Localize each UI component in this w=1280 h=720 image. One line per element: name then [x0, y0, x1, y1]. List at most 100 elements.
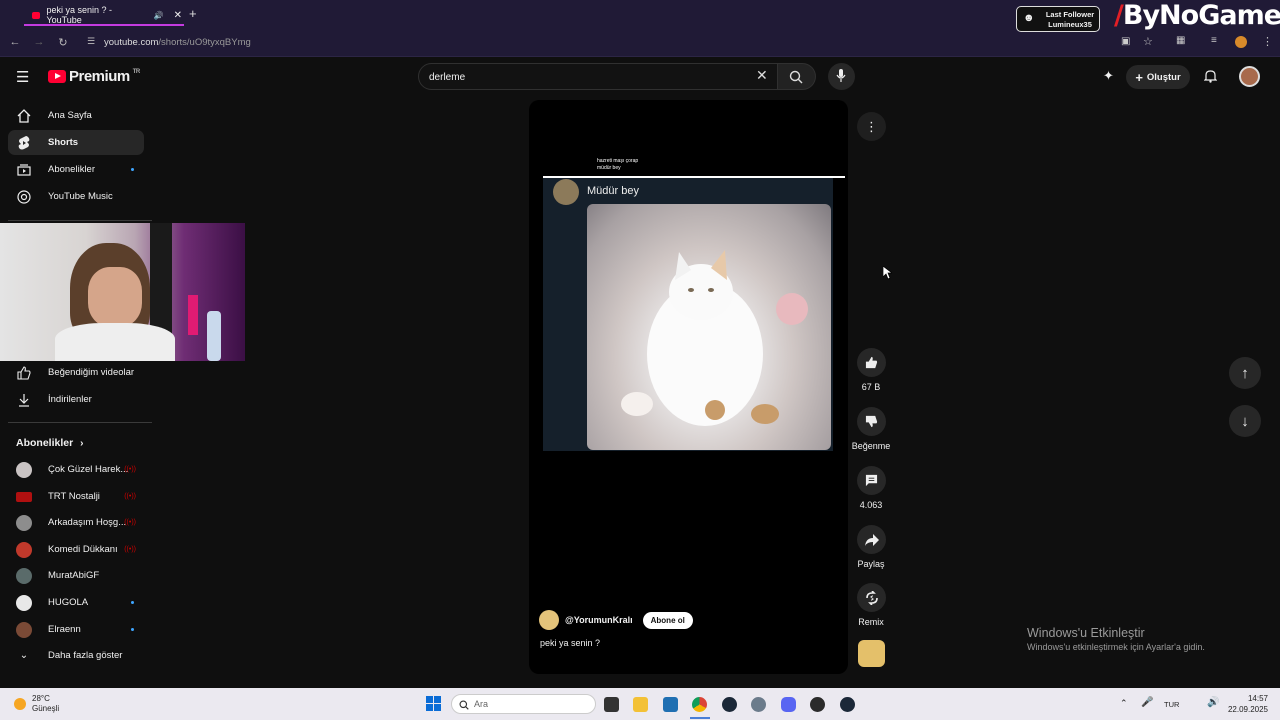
cat-image: [587, 204, 831, 450]
discord-icon[interactable]: [781, 697, 796, 712]
share-icon: [864, 533, 879, 546]
speaker-icon[interactable]: 🔊: [154, 11, 164, 20]
sidebar-item-liked-videos[interactable]: Beğendiğim videolar: [8, 360, 144, 385]
shorts-create-icon[interactable]: ✦: [1103, 68, 1114, 84]
steam-icon[interactable]: [722, 697, 737, 712]
create-button[interactable]: + Oluştur: [1126, 65, 1190, 89]
arrow-up-icon: ↑: [1241, 364, 1249, 382]
sidebar-item-shorts[interactable]: Shorts: [8, 130, 144, 155]
extensions-icon[interactable]: ▦: [1176, 35, 1185, 46]
channel-handle[interactable]: @YorumunKralı: [565, 615, 633, 625]
obs-icon[interactable]: [810, 697, 825, 712]
channel-info[interactable]: @YorumunKralı Abone ol: [539, 610, 693, 630]
channel-item[interactable]: Çok Güzel Harek... ((•)): [8, 457, 144, 482]
search-input[interactable]: derleme: [418, 63, 778, 90]
new-tab-icon[interactable]: +: [189, 6, 197, 21]
start-windows-icon[interactable]: [426, 696, 441, 711]
new-content-dot: [131, 601, 134, 604]
share-button[interactable]: [857, 525, 886, 554]
bynogame-logo: /ByNoGame: [1114, 0, 1280, 31]
webcam-overlay: [0, 223, 245, 361]
sun-icon: [14, 698, 26, 710]
webcam-pink-light: [188, 295, 198, 335]
remix-button[interactable]: [857, 583, 886, 612]
steam-client-icon[interactable]: [840, 697, 855, 712]
hamburger-menu-icon[interactable]: ☰: [16, 68, 29, 86]
url-field[interactable]: youtube.com/shorts/uO9tyxqBYmg: [104, 37, 251, 48]
channel-name: Çok Güzel Harek...: [48, 464, 129, 475]
logo-region: TR: [132, 68, 141, 75]
browser-tab[interactable]: peki ya senin ? - YouTube 🔊 ✕: [24, 4, 182, 26]
channel-avatar: [16, 621, 32, 638]
tray-chevron-up-icon[interactable]: ⌃: [1120, 698, 1128, 709]
back-icon[interactable]: ←: [8, 36, 22, 48]
search-icon: [459, 700, 469, 710]
next-short-button[interactable]: ↓: [1229, 405, 1261, 437]
channel-item[interactable]: Komedi Dükkanı ((•)): [8, 537, 144, 562]
video-header-text: hazreti maşı çorap müdür bey: [597, 158, 638, 172]
logo-text: Premium: [69, 68, 130, 85]
taskbar-clock[interactable]: 14:57 22.09.2025: [1226, 693, 1268, 715]
comments-button[interactable]: [857, 466, 886, 495]
search-button[interactable]: [778, 63, 816, 90]
taskbar-search[interactable]: Ara: [451, 694, 596, 714]
channel-item[interactable]: HUGOLA: [8, 590, 144, 615]
like-button[interactable]: [857, 348, 886, 377]
profile-avatar-icon[interactable]: [1235, 36, 1247, 48]
sidebar-item-label: YouTube Music: [48, 191, 113, 202]
weather-widget[interactable]: 28°C Güneşli: [14, 694, 59, 714]
clear-search-icon[interactable]: ✕: [756, 67, 768, 84]
install-icon[interactable]: ▣: [1121, 36, 1130, 47]
youtube-logo[interactable]: Premium TR: [48, 68, 140, 85]
site-info-icon[interactable]: ☰: [84, 36, 98, 47]
channel-item[interactable]: Arkadaşım Hoşg... ((•)): [8, 510, 144, 535]
channel-item[interactable]: MuratAbiGF: [8, 563, 144, 588]
playlist-icon[interactable]: ≡: [1211, 35, 1217, 46]
notifications-bell-icon[interactable]: [1204, 69, 1217, 83]
sidebar-item-youtube-music[interactable]: YouTube Music: [8, 184, 144, 209]
channel-avatar: [16, 514, 32, 531]
subscribe-button[interactable]: Abone ol: [642, 611, 693, 629]
sidebar-item-label: Abonelikler: [48, 164, 95, 175]
youtube-play-icon: [48, 70, 66, 83]
subscriptions-header[interactable]: Abonelikler ›: [16, 437, 83, 449]
show-more-button[interactable]: ⌄ Daha fazla göster: [8, 643, 144, 668]
more-options-button[interactable]: ⋮: [857, 112, 886, 141]
keyboard-language[interactable]: TUR: [1164, 700, 1179, 709]
settings-gear-icon[interactable]: [751, 697, 766, 712]
sidebar-item-home[interactable]: Ana Sayfa: [8, 103, 144, 128]
tray-mic-icon[interactable]: 🎤: [1141, 697, 1153, 708]
download-icon: [19, 393, 29, 407]
show-more-label: Daha fazla göster: [48, 650, 123, 661]
close-tab-icon[interactable]: ✕: [174, 10, 182, 21]
sidebar-item-downloads[interactable]: İndirilenler: [8, 387, 144, 412]
bookmark-star-icon[interactable]: ☆: [1143, 35, 1153, 48]
file-explorer-icon[interactable]: [633, 697, 648, 712]
subscriptions-icon: [17, 163, 31, 176]
task-view-icon[interactable]: [604, 697, 619, 712]
sound-thumbnail[interactable]: [858, 640, 885, 667]
channel-item[interactable]: Elraenn: [8, 617, 144, 642]
channel-avatar: [16, 567, 32, 584]
channel-avatar[interactable]: [539, 610, 559, 630]
sidebar-item-subscriptions[interactable]: Abonelikler: [8, 157, 144, 182]
dislike-button[interactable]: [857, 407, 886, 436]
user-icon: ☻: [1023, 12, 1035, 24]
sidebar-item-label: İndirilenler: [48, 394, 92, 405]
chrome-icon[interactable]: [692, 697, 707, 712]
tray-volume-icon[interactable]: 🔊: [1207, 697, 1219, 708]
forward-icon[interactable]: →: [32, 36, 46, 48]
store-icon[interactable]: [663, 697, 678, 712]
url-host: youtube.com: [104, 37, 159, 48]
cat-illustration: [621, 250, 808, 426]
account-avatar[interactable]: [1239, 66, 1260, 87]
menu-dots-icon[interactable]: ⋮: [1262, 35, 1273, 48]
active-app-indicator: [690, 717, 710, 719]
channel-avatar: [16, 491, 32, 502]
channel-item[interactable]: TRT Nostalji ((•)): [8, 484, 144, 509]
reload-icon[interactable]: ↻: [56, 36, 70, 49]
short-video-player[interactable]: hazreti maşı çorap müdür bey Müdür bey @…: [529, 100, 848, 674]
tweet-text: Müdür bey: [587, 185, 639, 197]
voice-search-button[interactable]: [828, 63, 855, 90]
previous-short-button[interactable]: ↑: [1229, 357, 1261, 389]
